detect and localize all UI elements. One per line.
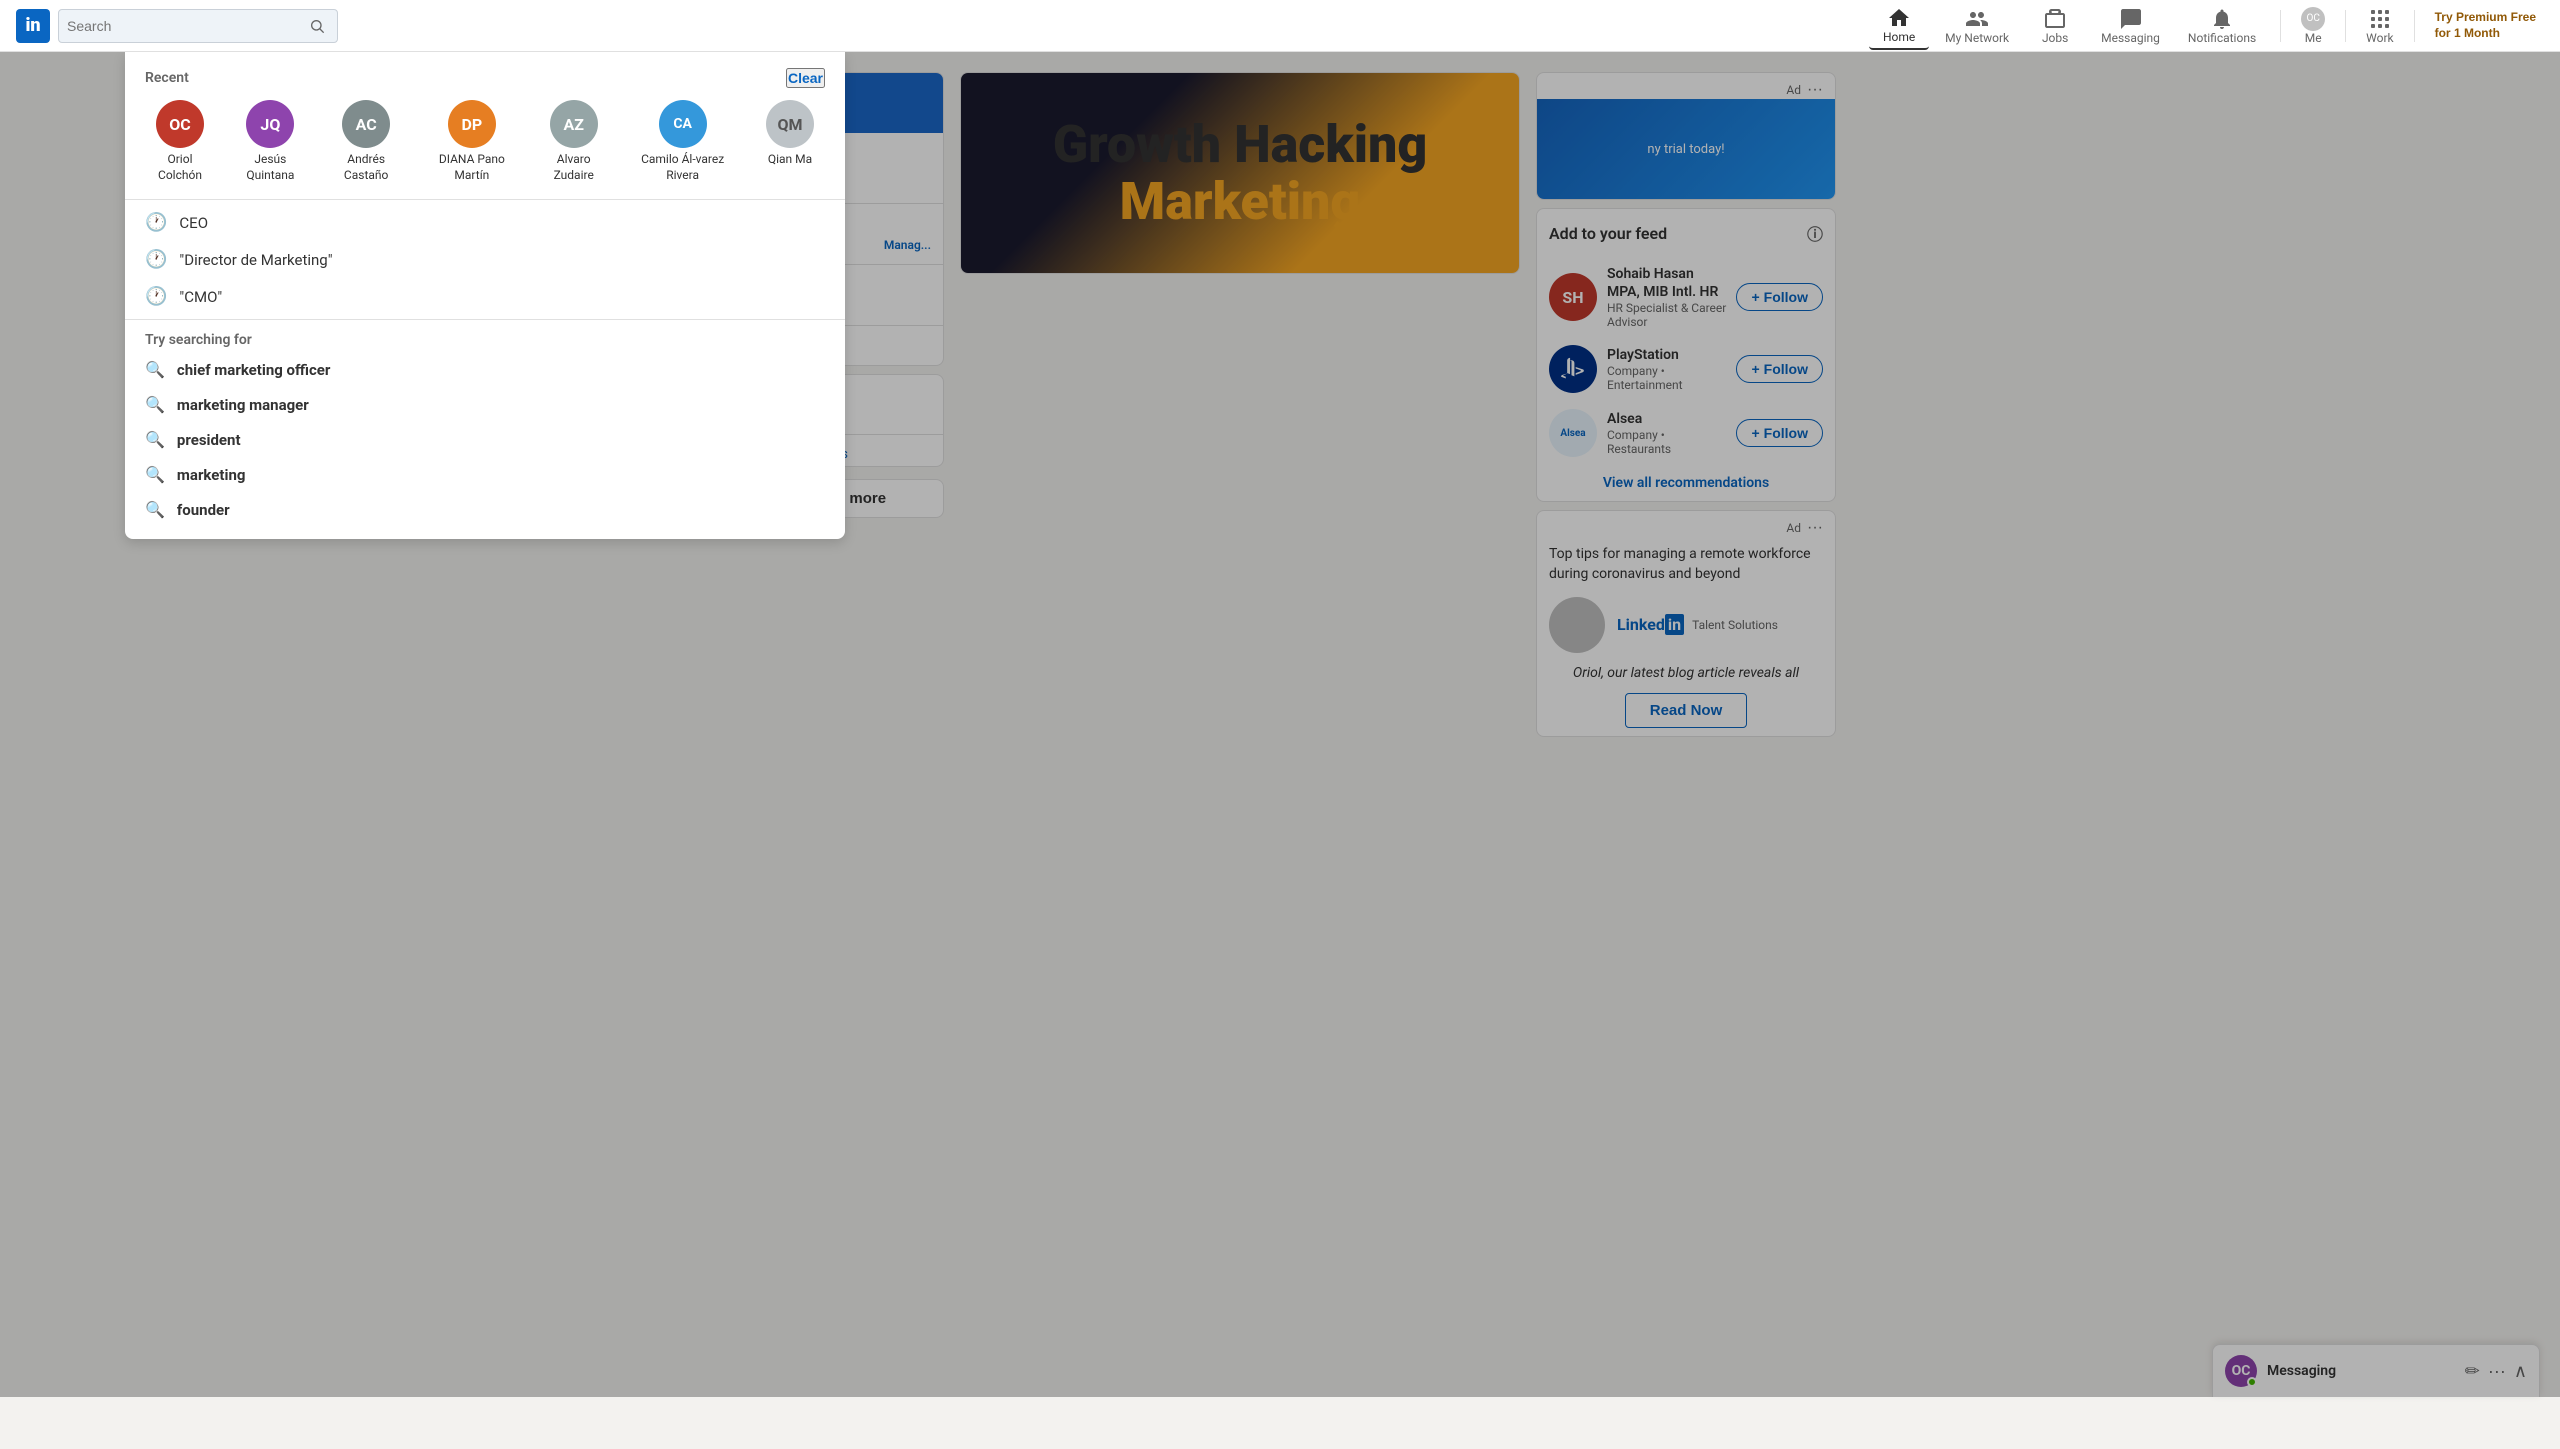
premium-button[interactable]: Try Premium Free for 1 Month <box>2427 10 2544 41</box>
dropdown-divider-1 <box>125 199 845 200</box>
nav-item-me[interactable]: OC Me <box>2293 3 2333 49</box>
search-bar-container <box>58 9 338 43</box>
search-dropdown: Recent Clear OC Oriol Colchón JQ Jesús Q… <box>125 52 845 539</box>
search-icon-1: 🔍 <box>145 360 165 379</box>
search-submit-button[interactable] <box>305 14 329 38</box>
clock-icon-2: 🕐 <box>145 249 167 270</box>
recent-profile-camilo[interactable]: CA Camilo Ál-varez Rivera <box>626 100 739 183</box>
recent-profile-andres[interactable]: AC Andrés Castaño <box>326 100 407 183</box>
recent-profile-diana[interactable]: DP DIANA Pano Martín <box>423 100 522 183</box>
suggestion-founder[interactable]: 🔍 founder <box>125 492 845 527</box>
clear-button[interactable]: Clear <box>786 68 825 88</box>
try-searching-label: Try searching for <box>125 324 845 352</box>
nav-item-jobs[interactable]: Jobs <box>2025 3 2085 49</box>
clock-icon-1: 🕐 <box>145 212 167 233</box>
nav-item-notifications[interactable]: Notifications <box>2176 3 2268 49</box>
suggestion-cmo[interactable]: 🔍 chief marketing officer <box>125 352 845 387</box>
recent-profile-oriol[interactable]: OC Oriol Colchón <box>145 100 215 183</box>
dropdown-header: Recent Clear <box>125 64 845 96</box>
dropdown-divider-2 <box>125 319 845 320</box>
suggestion-president[interactable]: 🔍 president <box>125 422 845 457</box>
recent-search-ceo[interactable]: 🕐 CEO <box>125 204 845 241</box>
recent-search-cmo[interactable]: 🕐 "CMO" <box>125 278 845 315</box>
clock-icon-3: 🕐 <box>145 286 167 307</box>
suggestion-marketing-manager[interactable]: 🔍 marketing manager <box>125 387 845 422</box>
linkedin-logo[interactable]: in <box>16 9 50 43</box>
suggestion-marketing[interactable]: 🔍 marketing <box>125 457 845 492</box>
recent-profile-qian[interactable]: QM Qian Ma <box>755 100 825 183</box>
navbar: in Home My Network Jobs Messaging <box>0 0 2560 52</box>
nav-item-home[interactable]: Home <box>1869 2 1929 50</box>
recent-profiles-row: OC Oriol Colchón JQ Jesús Quintana AC An… <box>125 96 845 195</box>
nav-divider <box>2280 10 2281 42</box>
search-icon-4: 🔍 <box>145 465 165 484</box>
search-icon-5: 🔍 <box>145 500 165 519</box>
nav-item-messaging[interactable]: Messaging <box>2089 3 2172 49</box>
recent-profile-alvaro[interactable]: AZ Alvaro Zudaire <box>537 100 610 183</box>
recent-search-director[interactable]: 🕐 "Director de Marketing" <box>125 241 845 278</box>
search-icon-3: 🔍 <box>145 430 165 449</box>
recent-label: Recent <box>145 70 189 86</box>
search-input[interactable] <box>67 18 305 34</box>
nav-item-my-network[interactable]: My Network <box>1933 3 2021 49</box>
nav-item-work[interactable]: Work <box>2358 3 2401 49</box>
recent-profile-jesus[interactable]: JQ Jesús Quintana <box>231 100 310 183</box>
me-avatar: OC <box>2301 7 2325 31</box>
nav-divider-3 <box>2414 10 2415 42</box>
nav-divider-2 <box>2345 10 2346 42</box>
nav-items: Home My Network Jobs Messaging Notificat… <box>1869 2 2544 50</box>
search-icon-2: 🔍 <box>145 395 165 414</box>
